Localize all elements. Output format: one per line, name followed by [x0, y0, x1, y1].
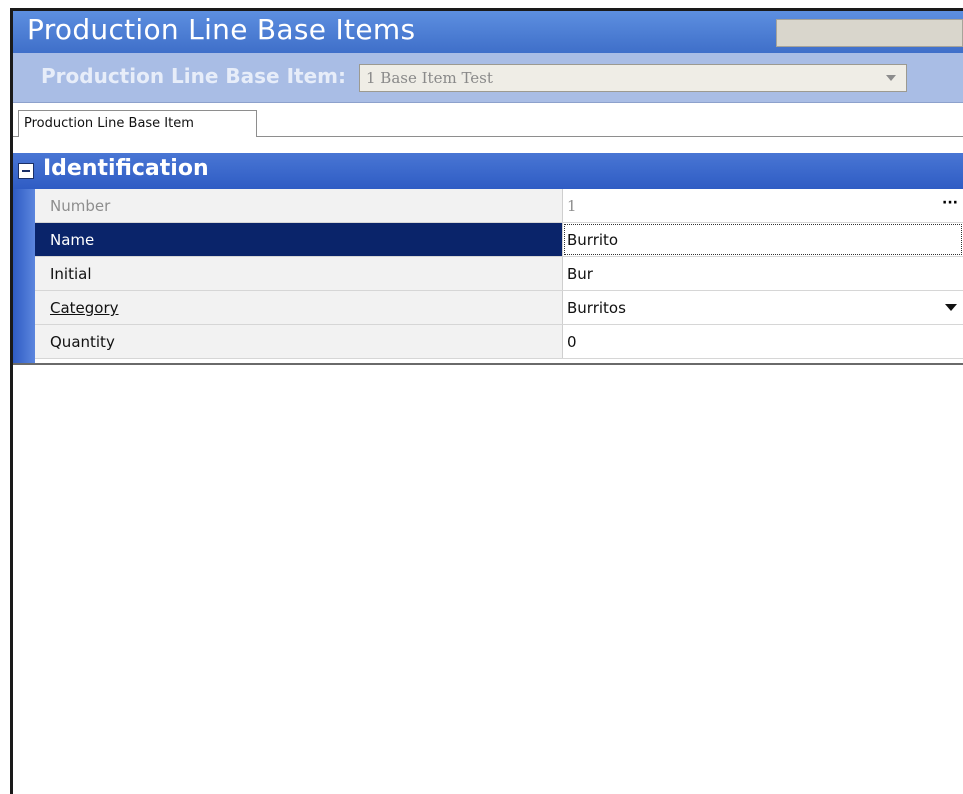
section-header-identification[interactable]: Identification — [13, 153, 963, 189]
property-grid: Identification Number 1 ··· Name Burrito… — [13, 153, 963, 365]
property-value: Bur — [567, 265, 593, 283]
property-label-link[interactable]: Category — [50, 299, 119, 317]
tab-label: Production Line Base Item — [24, 116, 194, 131]
tab-production-line-base-item[interactable]: Production Line Base Item — [18, 110, 257, 137]
property-label: Initial — [50, 265, 92, 283]
property-label-cell: Initial — [35, 257, 563, 290]
property-label-cell: Name — [35, 223, 563, 256]
chevron-down-icon[interactable] — [886, 75, 896, 81]
minus-box-icon[interactable] — [18, 163, 34, 179]
title-bar: Production Line Base Items — [13, 11, 963, 53]
window-frame: Production Line Base Items Production Li… — [10, 8, 963, 794]
record-selector-bar: Production Line Base Item: 1 Base Item T… — [13, 53, 963, 103]
property-row-initial[interactable]: Initial Bur — [35, 257, 963, 291]
property-value: Burritos — [567, 299, 626, 317]
property-label: Name — [50, 231, 95, 249]
property-row-quantity[interactable]: Quantity 0 — [35, 325, 963, 359]
record-selector-value: 1 Base Item Test — [366, 69, 493, 87]
property-value-input[interactable]: Burrito — [563, 223, 963, 256]
property-value: 1 — [567, 197, 577, 215]
property-label-cell: Category — [35, 291, 563, 324]
section-title: Identification — [43, 156, 209, 181]
property-label: Quantity — [50, 333, 115, 351]
property-row-category[interactable]: Category Burritos — [35, 291, 963, 325]
title-bar-control[interactable] — [776, 19, 963, 47]
grid-gutter — [13, 189, 35, 363]
property-value-cell[interactable]: 1 ··· — [563, 189, 963, 222]
property-value: Burrito — [567, 231, 619, 249]
property-value-input[interactable]: Bur — [563, 257, 963, 290]
chevron-down-icon[interactable] — [945, 304, 957, 311]
window-title: Production Line Base Items — [27, 13, 416, 46]
property-value-input[interactable]: 0 — [563, 325, 963, 358]
record-selector-label: Production Line Base Item: — [41, 64, 346, 88]
property-row-number[interactable]: Number 1 ··· — [35, 189, 963, 223]
property-label-cell: Quantity — [35, 325, 563, 358]
property-label-cell: Number — [35, 189, 563, 222]
property-row-name[interactable]: Name Burrito — [35, 223, 963, 257]
property-value: 0 — [567, 333, 577, 351]
tab-strip: Production Line Base Item — [13, 103, 963, 137]
record-selector-dropdown[interactable]: 1 Base Item Test — [359, 64, 907, 92]
property-label: Number — [50, 197, 111, 215]
ellipsis-icon[interactable]: ··· — [939, 194, 961, 216]
property-value-dropdown[interactable]: Burritos — [563, 291, 963, 324]
